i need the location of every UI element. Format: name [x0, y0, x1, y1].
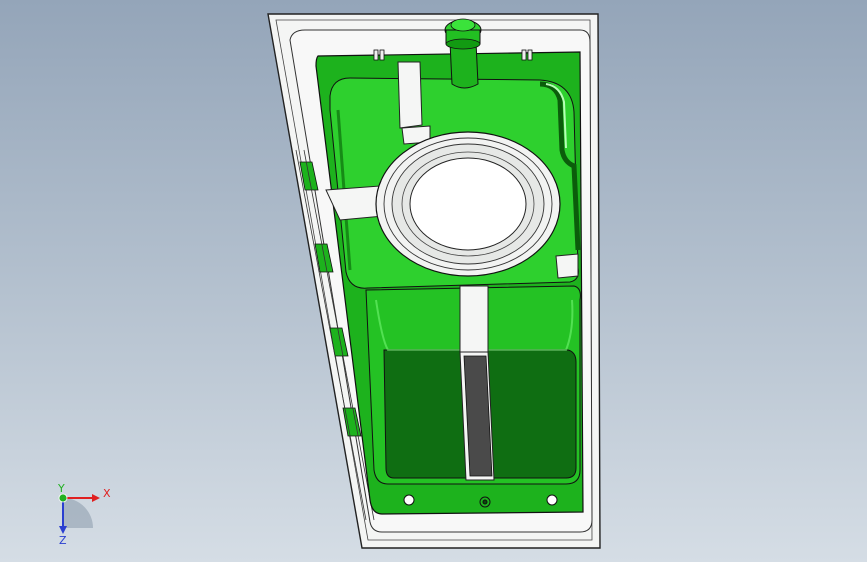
graphics-viewport[interactable]: X Y Z: [0, 0, 867, 562]
triad-shadow: [63, 498, 93, 528]
x-axis-label: X: [103, 487, 111, 500]
x-axis-arrow-icon: [92, 494, 100, 502]
z-axis-arrow-icon: [59, 526, 67, 534]
y-axis-label: Y: [57, 482, 65, 495]
y-axis-dot-icon: [58, 493, 68, 503]
z-axis-label: Z: [59, 534, 67, 547]
view-orientation-triad: X Y Z: [57, 482, 111, 547]
